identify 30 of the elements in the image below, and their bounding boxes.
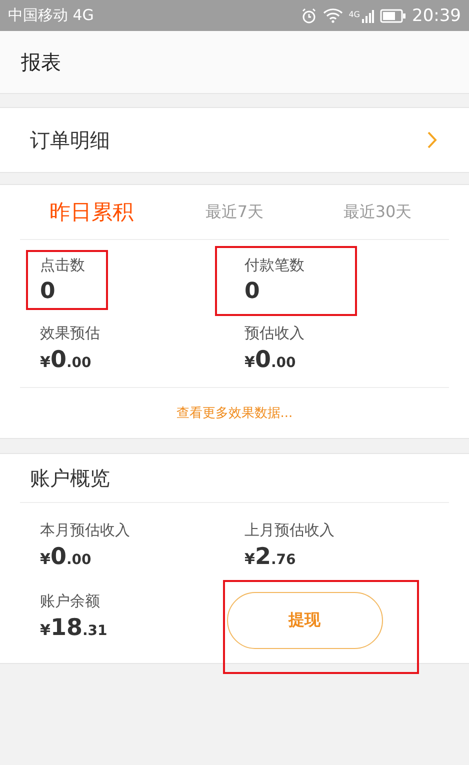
metric-value: 0: [244, 279, 261, 304]
order-detail-row[interactable]: 订单明细: [0, 107, 469, 173]
amount-value: ¥0.00: [40, 347, 92, 373]
metric-label: 本月预估收入: [40, 521, 131, 540]
chevron-right-icon: [427, 131, 437, 149]
metric-label: 上月预估收入: [244, 521, 336, 540]
wifi-icon: [322, 8, 343, 23]
clock-time: 20:39: [412, 6, 461, 26]
amount-value: ¥0.00: [40, 544, 92, 570]
more-data-link[interactable]: 查看更多效果数据...: [176, 404, 293, 422]
battery-icon: [380, 8, 406, 22]
signal-icon: [362, 8, 374, 22]
amount-value: ¥18.31: [40, 615, 108, 641]
metric-label: 账户余额: [40, 592, 101, 611]
section-title: 账户概览: [30, 464, 110, 492]
alarm-icon: [300, 8, 317, 24]
metric-label: 付款笔数: [244, 256, 306, 275]
page-title: 报表: [21, 48, 61, 76]
period-tab[interactable]: 最近7天: [163, 202, 306, 222]
metric-label: 点击数: [40, 256, 86, 275]
period-tab[interactable]: 最近30天: [306, 202, 449, 222]
withdraw-button[interactable]: 提现: [226, 592, 382, 649]
metric-value: 0: [40, 279, 56, 304]
metric-label: 效果预估: [40, 324, 101, 343]
metric-label: 预估收入: [244, 324, 306, 343]
network-label: 4G: [348, 10, 360, 18]
amount-value: ¥0.00: [244, 347, 297, 373]
period-tab[interactable]: 昨日累积: [20, 198, 163, 226]
amount-value: ¥2.76: [244, 544, 297, 570]
carrier-label: 中国移动 4G: [8, 6, 94, 25]
